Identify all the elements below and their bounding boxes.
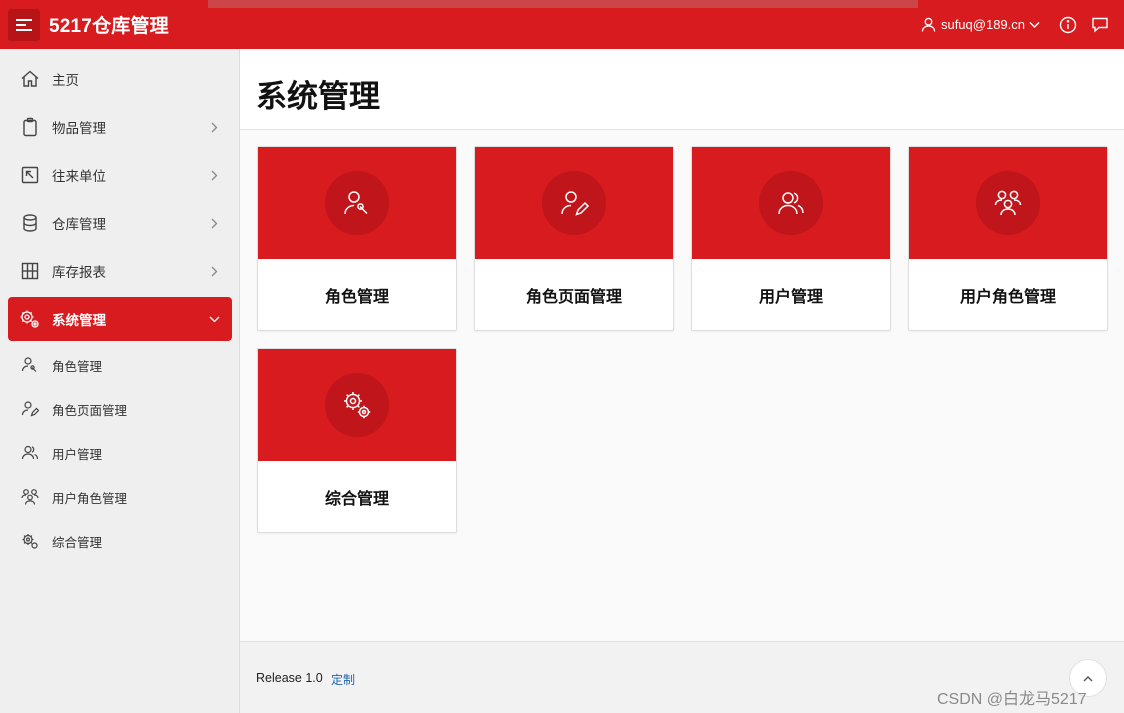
user-edit-icon [20, 399, 40, 419]
sidebar: 主页 物品管理 往来单位 仓库管理 库存报表 系统管理 角色管理 角色页面管理 … [0, 49, 240, 713]
sidebar-subitem-label: 用户管理 [52, 447, 103, 462]
release-label: Release 1.0 [256, 671, 323, 685]
card-label: 角色管理 [324, 289, 389, 306]
sidebar-subitem-label: 综合管理 [52, 535, 103, 550]
sidebar-subitem-general[interactable]: 综合管理 [8, 521, 232, 561]
card-label: 角色页面管理 [525, 289, 622, 306]
app-header: 5217仓库管理 sufuq@189.cn [0, 0, 1124, 49]
user-name: sufuq@189.cn [940, 17, 1025, 32]
chevron-up-icon [1083, 675, 1093, 681]
card-label: 用户角色管理 [959, 289, 1056, 306]
sidebar-item-label: 物品管理 [52, 121, 106, 136]
sidebar-item-warehouse[interactable]: 仓库管理 [8, 201, 232, 245]
card-banner [475, 147, 673, 259]
user-menu-button[interactable]: sufuq@189.cn [921, 17, 1040, 32]
card-icon-circle [976, 171, 1040, 235]
card-role-page-management[interactable]: 角色页面管理 [474, 146, 674, 331]
card-icon-circle [759, 171, 823, 235]
card-general-management[interactable]: 综合管理 [257, 348, 457, 533]
info-button[interactable] [1058, 15, 1078, 35]
gears-icon [19, 308, 41, 330]
card-role-management[interactable]: 角色管理 [257, 146, 457, 331]
sidebar-item-label: 主页 [52, 73, 79, 88]
sidebar-item-label: 系统管理 [52, 313, 106, 328]
card-icon-circle [325, 373, 389, 437]
card-user-management[interactable]: 用户管理 [691, 146, 891, 331]
chevron-down-icon [1029, 21, 1040, 28]
page-header: 系统管理 [240, 49, 1124, 130]
header-tab-strip [208, 0, 918, 8]
user-wrench-icon [20, 355, 40, 375]
home-icon [19, 68, 41, 90]
user-group-icon [20, 487, 40, 507]
arrow-box-icon [19, 164, 41, 186]
card-user-role-management[interactable]: 用户角色管理 [908, 146, 1108, 331]
page-title: 系统管理 [256, 79, 380, 114]
chevron-right-icon [208, 168, 220, 182]
sidebar-item-label: 仓库管理 [52, 217, 106, 232]
card-label: 综合管理 [324, 491, 389, 508]
sidebar-subitem-user[interactable]: 用户管理 [8, 433, 232, 473]
card-icon-circle [325, 171, 389, 235]
feedback-button[interactable] [1090, 15, 1110, 35]
gear-icon [20, 531, 40, 551]
user-edit-icon [561, 191, 590, 216]
sidebar-subitem-label: 角色管理 [52, 359, 103, 374]
chevron-down-icon [208, 312, 220, 326]
sidebar-item-partners[interactable]: 往来单位 [8, 153, 232, 197]
sidebar-item-label: 往来单位 [52, 169, 106, 184]
sidebar-item-label: 库存报表 [52, 265, 106, 280]
user-wrench-icon [344, 191, 368, 215]
chevron-right-icon [208, 216, 220, 230]
sidebar-item-inventory-report[interactable]: 库存报表 [8, 249, 232, 293]
chat-icon [1092, 17, 1108, 33]
customize-link[interactable]: 定制 [331, 671, 355, 688]
sidebar-item-home[interactable]: 主页 [8, 57, 232, 101]
hamburger-icon [16, 18, 32, 31]
card-banner [909, 147, 1107, 259]
card-banner [258, 147, 456, 259]
sidebar-item-goods[interactable]: 物品管理 [8, 105, 232, 149]
card-icon-circle [542, 171, 606, 235]
user-icon [921, 17, 936, 32]
clipboard-icon [19, 116, 41, 138]
database-icon [19, 212, 41, 234]
card-label: 用户管理 [758, 289, 823, 306]
user-group-icon [994, 190, 1022, 216]
sidebar-subitem-label: 角色页面管理 [52, 403, 128, 418]
card-banner [258, 349, 456, 461]
sidebar-item-system[interactable]: 系统管理 [8, 297, 232, 341]
app-title[interactable]: 5217仓库管理 [49, 11, 169, 38]
chevron-right-icon [208, 264, 220, 278]
sidebar-subitem-role[interactable]: 角色管理 [8, 345, 232, 385]
watermark: CSDN @白龙马5217 [937, 691, 1087, 708]
chevron-right-icon [208, 120, 220, 134]
card-banner [692, 147, 890, 259]
sidebar-subitem-label: 用户角色管理 [52, 491, 128, 506]
users-icon [778, 192, 804, 215]
info-icon [1059, 16, 1077, 33]
users-icon [20, 443, 40, 463]
gears-icon [344, 392, 371, 419]
sidebar-subitem-role-page[interactable]: 角色页面管理 [8, 389, 232, 429]
table-icon [19, 260, 41, 282]
sidebar-subitem-user-role[interactable]: 用户角色管理 [8, 477, 232, 517]
footer: Release 1.0 定制 CSDN @白龙马5217 [240, 641, 1124, 713]
menu-toggle-button[interactable] [8, 8, 40, 41]
